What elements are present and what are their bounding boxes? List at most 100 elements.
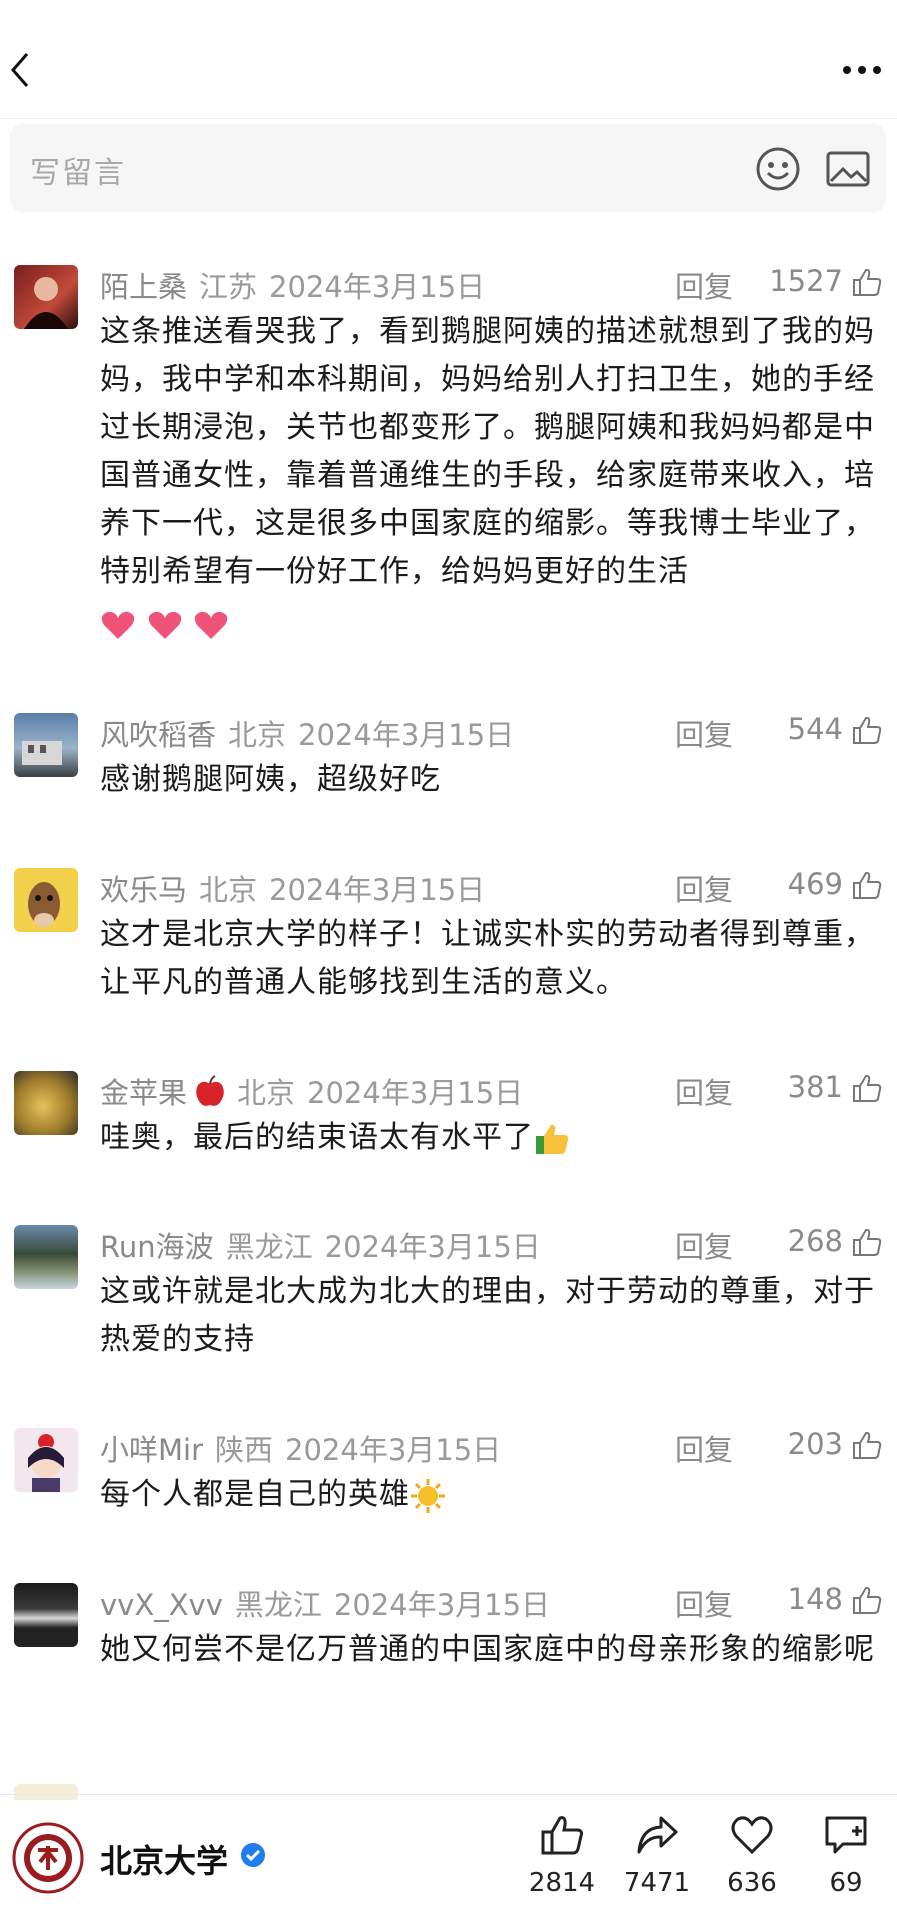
comment-text: 感谢鹅腿阿姨，超级好吃 [100, 762, 441, 797]
share-button[interactable]: 7471 [617, 1814, 697, 1904]
commenter-location: 陕西 [215, 1433, 274, 1467]
sun-emoji-icon [411, 1478, 445, 1513]
heart-icon [101, 611, 135, 639]
commenter-name[interactable]: vvX_Xvv [100, 1588, 223, 1622]
like-count: 544 [787, 712, 843, 746]
commenter-location: 北京 [199, 873, 258, 907]
comment-button[interactable]: 69 [806, 1814, 886, 1904]
comment-text-content: 这条推送看哭我了，看到鹅腿阿姨的描述就想到了我的妈妈，我中学和本科期间，妈妈给别… [100, 314, 875, 589]
verified-badge-icon [241, 1843, 265, 1867]
favorite-count: 636 [727, 1868, 777, 1898]
heart-icon [148, 611, 181, 639]
avatar[interactable] [14, 1071, 78, 1135]
comment-meta: 小咩Mir 陕西 2024年3月15日 回复 203 [100, 1427, 883, 1467]
share-icon [637, 1816, 678, 1854]
commenter-name[interactable]: Run海波 [100, 1230, 214, 1264]
thumb-up-icon[interactable] [851, 1226, 883, 1258]
account-logo-icon[interactable] [12, 1822, 84, 1894]
reply-button[interactable]: 回复 [675, 1224, 733, 1266]
commenter-location: 黑龙江 [225, 1230, 313, 1264]
emoji-icon[interactable] [755, 146, 801, 192]
bottom-bar: 北京大学 2814 7471 636 69 [0, 1800, 897, 1908]
like-count: 203 [787, 1427, 843, 1461]
like-count: 268 [787, 1224, 843, 1258]
avatar[interactable] [14, 1225, 78, 1289]
next-comment-preview [0, 1782, 897, 1800]
comment-add-icon [825, 1816, 867, 1854]
commenter-name[interactable]: 陌上桑 [100, 270, 187, 304]
commenter-location: 江苏 [199, 270, 258, 304]
comment-date: 2024年3月15日 [285, 1433, 502, 1467]
avatar[interactable] [14, 1583, 78, 1647]
comment-input[interactable]: 写留言 [10, 124, 886, 212]
commenter-location: 黑龙江 [234, 1588, 322, 1622]
comment-meta: 风吹稻香 北京 2024年3月15日 回复 544 [100, 712, 883, 752]
comment-meta: 欢乐马 北京 2024年3月15日 回复 469 [100, 867, 883, 907]
like-count: 381 [787, 1070, 843, 1104]
comment-meta: 陌上桑 江苏 2024年3月15日 回复 1527 [100, 264, 883, 304]
thumb-up-icon[interactable] [851, 869, 883, 901]
comment-text: 这或许就是北大成为北大的理由，对于劳动的尊重，对于热爱的支持 [100, 1274, 875, 1357]
thumb-up-icon[interactable] [851, 1429, 883, 1461]
comment-meta: vvX_Xvv 黑龙江 2024年3月15日 回复 148 [100, 1582, 883, 1622]
thumb-up-icon [541, 1816, 584, 1855]
commenter-name[interactable]: 金苹果 [100, 1076, 187, 1110]
comment-text-content: 每个人都是自己的英雄 [100, 1477, 410, 1512]
comment-text-content: 哇奥，最后的结束语太有水平了 [100, 1120, 534, 1155]
comment-text: 每个人都是自己的英雄 [100, 1471, 885, 1519]
reply-button[interactable]: 回复 [675, 1582, 733, 1624]
apple-icon [196, 1075, 224, 1106]
heart-icon [194, 611, 228, 639]
reply-button[interactable]: 回复 [675, 1427, 733, 1469]
more-options-button[interactable] [837, 55, 887, 85]
top-bar [0, 0, 897, 120]
commenter-location: 北京 [228, 718, 287, 752]
hearts-emoji [100, 600, 229, 648]
comment-meta: Run海波 黑龙江 2024年3月15日 回复 268 [100, 1224, 883, 1264]
avatar[interactable] [14, 265, 78, 329]
comment-date: 2024年3月15日 [324, 1230, 541, 1264]
share-count: 7471 [623, 1868, 691, 1898]
reply-button[interactable]: 回复 [675, 1070, 733, 1112]
comment-date: 2024年3月15日 [307, 1076, 524, 1110]
comment-text: 哇奥，最后的结束语太有水平了 [100, 1114, 885, 1162]
avatar [14, 1784, 78, 1800]
reply-button[interactable]: 回复 [675, 867, 733, 909]
commenter-name[interactable]: 小咩Mir [100, 1433, 203, 1467]
commenter-location: 北京 [237, 1076, 296, 1110]
avatar[interactable] [14, 1428, 78, 1492]
like-count: 2814 [528, 1868, 596, 1898]
back-button[interactable] [0, 40, 40, 100]
thumbs-up-emoji-icon [536, 1124, 569, 1154]
like-count: 148 [787, 1582, 843, 1616]
reply-button[interactable]: 回复 [675, 264, 733, 306]
comment-date: 2024年3月15日 [269, 873, 486, 907]
reply-button[interactable]: 回复 [675, 712, 733, 754]
like-button[interactable]: 2814 [522, 1814, 602, 1904]
comment-count: 69 [829, 1868, 863, 1898]
comment-text: 她又何尝不是亿万普通的中国家庭中的母亲形象的缩影呢 [100, 1632, 875, 1667]
comment-text: 这才是北京大学的样子！让诚实朴实的劳动者得到尊重，让平凡的普通人能够找到生活的意… [100, 917, 875, 1000]
commenter-name[interactable]: 风吹稻香 [100, 718, 216, 752]
comment-meta: 金苹果 北京 2024年3月15日 回复 381 [100, 1070, 883, 1110]
thumb-up-icon[interactable] [851, 1072, 883, 1104]
comment-input-placeholder: 写留言 [30, 156, 126, 191]
divider [0, 1794, 897, 1795]
account-name[interactable]: 北京大学 [100, 1836, 228, 1882]
avatar[interactable] [14, 868, 78, 932]
thumb-up-icon[interactable] [851, 266, 883, 298]
heart-outline-icon [731, 1816, 773, 1855]
image-icon[interactable] [825, 148, 871, 190]
comment-date: 2024年3月15日 [298, 718, 515, 752]
like-count: 1527 [769, 264, 843, 298]
commenter-name[interactable]: 欢乐马 [100, 873, 187, 907]
favorite-button[interactable]: 636 [712, 1814, 792, 1904]
comment-date: 2024年3月15日 [269, 270, 486, 304]
thumb-up-icon[interactable] [851, 714, 883, 746]
like-count: 469 [787, 867, 843, 901]
comment-date: 2024年3月15日 [333, 1588, 551, 1622]
thumb-up-icon[interactable] [851, 1584, 883, 1616]
avatar[interactable] [14, 713, 78, 777]
divider [0, 118, 897, 119]
more-icon [843, 66, 881, 74]
